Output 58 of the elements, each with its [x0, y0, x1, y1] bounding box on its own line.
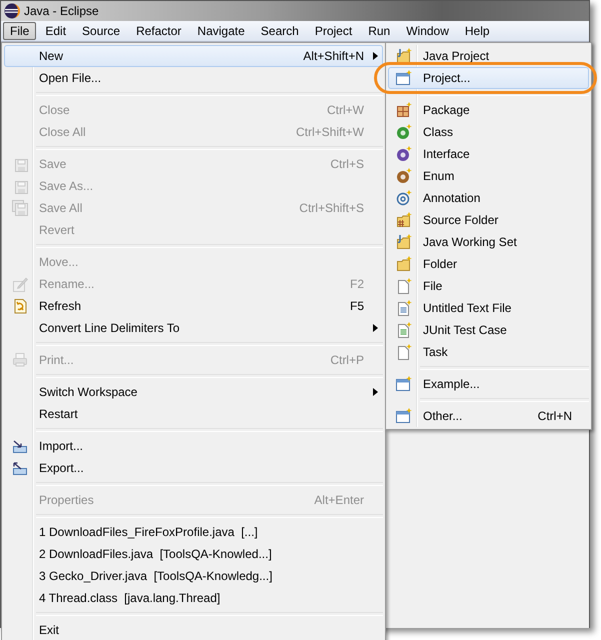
badge-icon [396, 146, 412, 162]
menu-item[interactable]: Convert Line Delimiters To [4, 317, 383, 339]
task-icon [396, 344, 412, 360]
printer-icon [12, 352, 28, 368]
package-icon [396, 102, 412, 118]
menu-item[interactable]: Interface [388, 143, 589, 165]
pencil-icon [12, 276, 28, 292]
doc-icon [396, 278, 412, 294]
folder-icon [396, 256, 412, 272]
badge-icon [396, 168, 412, 184]
menu-item[interactable]: Import... [4, 435, 383, 457]
menu-bar-item[interactable]: Navigate [190, 22, 252, 40]
window-icon [396, 70, 412, 86]
menu-item[interactable]: Restart [4, 403, 383, 425]
window-title: Java - Eclipse [24, 4, 99, 18]
eclipse-icon [4, 3, 20, 19]
menu-bar-item[interactable]: Search [254, 22, 306, 40]
menu-bar-item[interactable]: Edit [38, 22, 74, 40]
menu-bar-item[interactable]: Window [399, 22, 456, 40]
menu-item[interactable]: New Alt+Shift+N [4, 45, 383, 67]
menu-bar-item[interactable]: Help [458, 22, 497, 40]
menu-bar-item[interactable]: Project [308, 22, 360, 40]
menu-item[interactable]: Exit [4, 619, 383, 640]
menu-item[interactable]: Java Project [388, 45, 589, 67]
menu-item[interactable]: 2 DownloadFiles.java [ToolsQA-Knowled...] [4, 543, 383, 565]
menu-item[interactable]: Enum [388, 165, 589, 187]
menu-item[interactable]: Untitled Text File [388, 297, 589, 319]
menu-item[interactable]: Export... [4, 457, 383, 479]
menu-bar-item[interactable]: Run [361, 22, 398, 40]
menu-item[interactable]: 3 Gecko_Driver.java [ToolsQA-Knowledg...] [4, 565, 383, 587]
import-icon [12, 438, 28, 454]
menu-item[interactable]: Package [388, 99, 589, 121]
window-icon [396, 408, 412, 424]
menu-item[interactable]: Project... [388, 67, 589, 89]
disks-icon [12, 200, 28, 216]
window-icon [396, 376, 412, 392]
menu-item[interactable]: Task [388, 341, 589, 363]
menu-item[interactable]: Refresh F5 [4, 295, 383, 317]
menu-item[interactable]: Folder [388, 253, 589, 275]
menu-item[interactable]: Source Folder [388, 209, 589, 231]
menu-item[interactable]: 4 Thread.class [java.lang.Thread] [4, 587, 383, 609]
refresh-icon [12, 298, 28, 314]
menu-item[interactable]: Annotation [388, 187, 589, 209]
menu-item[interactable]: 1 DownloadFiles_FireFoxProfile.java [...] [4, 521, 383, 543]
menu-item[interactable]: JUnit Test Case [388, 319, 589, 341]
menu-bar-item[interactable]: Source [75, 22, 128, 40]
menu-item[interactable]: Example... [388, 373, 589, 395]
menu-item[interactable]: File [388, 275, 589, 297]
menu-bar-item[interactable]: File [3, 22, 36, 40]
menu-bar-item[interactable]: Refactor [129, 22, 188, 40]
menu-item[interactable]: Other... Ctrl+N [388, 405, 589, 427]
menu-item[interactable]: Switch Workspace [4, 381, 383, 403]
badge-icon [396, 124, 412, 140]
menu-item[interactable]: Java Working Set [388, 231, 589, 253]
textdoc-icon [396, 300, 412, 316]
export-icon [12, 460, 28, 476]
menu-item[interactable]: Class [388, 121, 589, 143]
menu-item[interactable]: Open File... [4, 67, 383, 89]
